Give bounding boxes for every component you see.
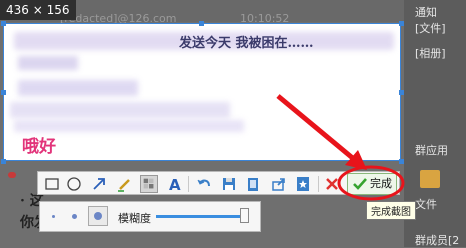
pen-tool-icon[interactable] <box>116 175 134 193</box>
brush-size-medium[interactable] <box>72 214 77 219</box>
undo-icon[interactable] <box>195 175 213 193</box>
file-app-icon[interactable] <box>420 170 440 188</box>
resize-handle-tl[interactable] <box>1 21 6 26</box>
blurred-text-3 <box>18 80 138 96</box>
favorite-icon[interactable] <box>294 175 312 193</box>
resize-handle-br[interactable] <box>399 159 404 164</box>
blur-slider-track[interactable] <box>156 215 246 218</box>
done-button[interactable]: 完成 <box>347 173 397 195</box>
done-tooltip: 完成截图 <box>366 201 416 220</box>
blurred-text-5 <box>14 120 244 132</box>
resize-handle-bl[interactable] <box>1 159 6 164</box>
blur-level-label: 模糊度 <box>118 212 151 225</box>
rp-notice: 通知 <box>415 6 437 19</box>
toolbar-separator-1 <box>188 176 189 192</box>
screenshot-toolbar: A <box>37 171 400 195</box>
rp-members: 群成员[2 <box>415 234 460 247</box>
bullet-icon <box>8 172 16 178</box>
brush-size-large <box>94 212 102 220</box>
svg-text:A: A <box>169 176 181 193</box>
brush-size-large-box[interactable] <box>88 206 108 226</box>
save-icon[interactable] <box>220 175 238 193</box>
rp-file-link[interactable]: [文件] <box>415 20 446 36</box>
checkmark-icon <box>353 178 367 190</box>
rectangle-tool-icon[interactable] <box>43 175 61 193</box>
mosaic-tool-icon[interactable] <box>140 175 158 193</box>
screenshot-selection[interactable]: 发送今天 我被困在…… <box>3 23 401 161</box>
ellipse-tool-icon[interactable] <box>65 175 83 193</box>
text-tool-icon[interactable]: A <box>166 175 184 193</box>
rp-file-label[interactable]: 文件 <box>415 196 437 212</box>
share-icon[interactable] <box>270 175 288 193</box>
done-button-label: 完成 <box>370 177 392 190</box>
resize-handle-t[interactable] <box>199 21 204 26</box>
blur-slider-thumb[interactable] <box>240 208 249 223</box>
mosaic-options-panel: 模糊度 <box>39 201 261 232</box>
brush-size-small[interactable] <box>52 215 55 218</box>
cancel-icon[interactable] <box>323 175 341 193</box>
resize-handle-r[interactable] <box>399 90 404 95</box>
visible-message-text: 发送今天 我被困在…… <box>179 36 314 51</box>
pin-to-screen-icon[interactable] <box>244 175 262 193</box>
greeting-text: 哦好 <box>22 137 56 157</box>
resize-handle-l[interactable] <box>1 90 6 95</box>
rp-album-link[interactable]: [相册] <box>415 45 446 61</box>
toolbar-separator-2 <box>318 176 319 192</box>
rp-group-apps: 群应用 <box>415 144 448 157</box>
resize-handle-tr[interactable] <box>399 21 404 26</box>
selection-size-badge: 436 × 156 <box>0 0 76 20</box>
arrow-tool-icon[interactable] <box>90 175 108 193</box>
blurred-text-4 <box>10 102 230 118</box>
blurred-text-2 <box>18 56 78 70</box>
